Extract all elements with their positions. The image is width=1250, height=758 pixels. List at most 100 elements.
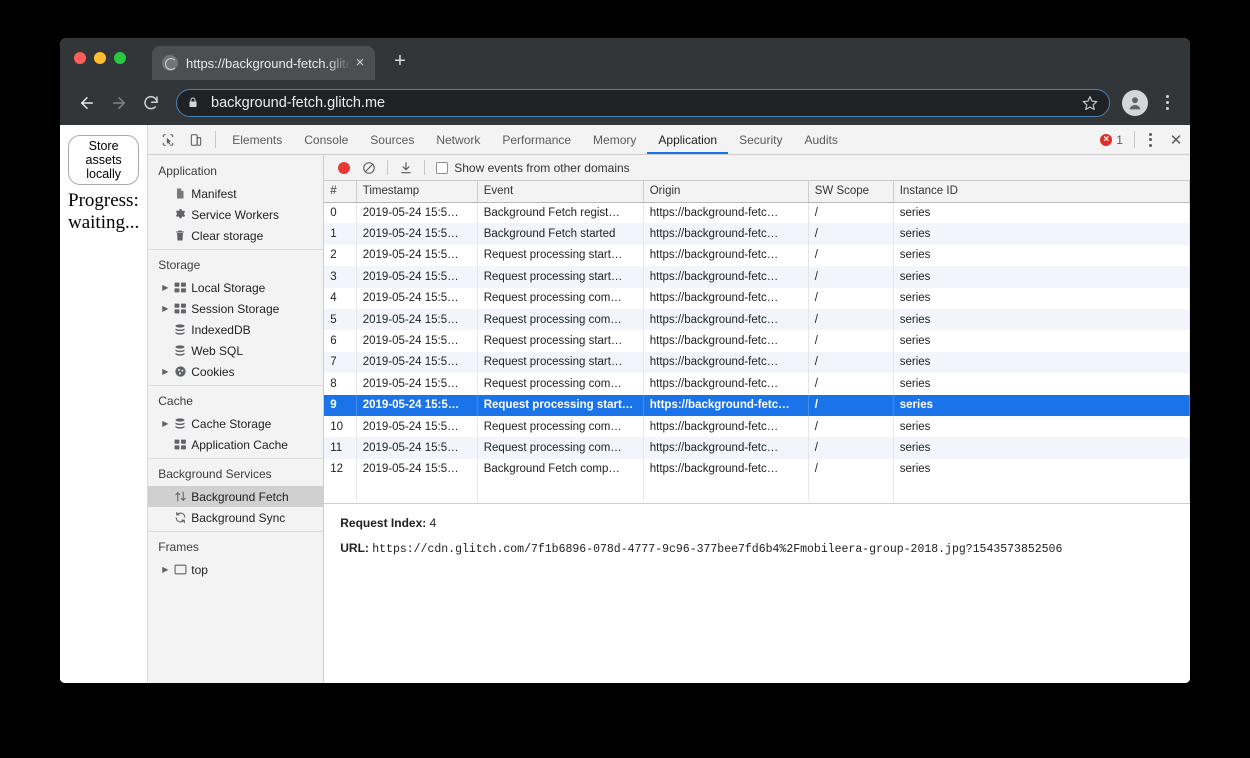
sidebar-item-clear-storage[interactable]: ▶ Clear storage [148, 225, 323, 246]
cell-index: 3 [324, 266, 357, 288]
close-icon[interactable]: × [351, 54, 369, 72]
frame-icon [174, 564, 191, 575]
table-row[interactable]: 0 2019-05-24 15:5… Background Fetch regi… [324, 202, 1190, 224]
sidebar-group-storage: Storage [158, 258, 201, 272]
download-icon[interactable] [393, 161, 419, 175]
chevron-right-icon[interactable]: ▶ [162, 565, 174, 574]
close-window-button[interactable] [74, 52, 86, 64]
gear-icon [174, 208, 191, 221]
devtools-menu-icon[interactable] [1140, 125, 1162, 154]
sidebar-item-top[interactable]: ▶ top [148, 559, 323, 580]
tab-network[interactable]: Network [425, 125, 491, 154]
table-row[interactable]: 7 2019-05-24 15:5… Request processing st… [324, 351, 1190, 374]
column-header-event[interactable]: Event [477, 181, 644, 203]
chevron-right-icon[interactable]: ▶ [162, 283, 174, 292]
tab-performance[interactable]: Performance [491, 125, 582, 154]
inspect-element-icon[interactable] [154, 125, 182, 154]
sidebar-item-local-storage[interactable]: ▶ Local Storage [148, 277, 323, 298]
chevron-right-icon[interactable]: ▶ [162, 367, 174, 376]
sidebar-item-web-sql[interactable]: ▶ Web SQL [148, 340, 323, 361]
url-text: background-fetch.glitch.me [211, 94, 386, 111]
checkbox-icon[interactable] [436, 161, 449, 174]
tab-application[interactable]: Application [647, 125, 728, 154]
table-row[interactable]: 1 2019-05-24 15:5… Background Fetch star… [324, 223, 1190, 245]
cell-index: 1 [324, 223, 357, 245]
browser-tab[interactable]: https://background-fetch.glitch × [152, 46, 375, 80]
chevron-right-icon: ▶ [162, 346, 174, 355]
table-row[interactable]: 5 2019-05-24 15:5… Request processing co… [324, 308, 1190, 331]
back-arrow-icon[interactable] [72, 88, 102, 118]
table-row-selected[interactable]: 9 2019-05-24 15:5… Request processing st… [324, 394, 1190, 416]
sidebar-group-frames: Frames [158, 540, 199, 554]
column-header-instance-id[interactable]: Instance ID [893, 181, 1190, 203]
error-badge[interactable]: × 1 [1094, 125, 1129, 154]
sidebar-item-cache-storage[interactable]: ▶ Cache Storage [148, 413, 323, 434]
chevron-right-icon: ▶ [162, 325, 174, 334]
cell-origin: https://background-fetc… [643, 330, 809, 352]
column-header-timestamp[interactable]: Timestamp [356, 181, 478, 203]
url-value[interactable]: https://cdn.glitch.com/7f1b6896-078d-477… [372, 543, 1062, 556]
toolbar-divider [387, 160, 389, 175]
cell-instance-id: series [893, 287, 1190, 309]
record-icon[interactable] [332, 161, 356, 174]
tab-memory[interactable]: Memory [582, 125, 647, 154]
avatar[interactable] [1122, 89, 1148, 116]
cell-instance-id: series [893, 394, 1190, 416]
url-label: URL: [340, 541, 369, 556]
background-fetch-panel: Show events from other domains # Timesta… [324, 155, 1190, 683]
show-other-domains-toggle[interactable]: Show events from other domains [436, 160, 630, 175]
cell-sw-scope: / [808, 244, 894, 267]
cell-sw-scope: / [808, 330, 894, 352]
sidebar-item-application-cache[interactable]: ▶ Application Cache [148, 434, 323, 455]
application-sidebar: Application ▶ Manifest ▶ Service Work [148, 155, 325, 683]
sidebar-item-session-storage[interactable]: ▶ Session Storage [148, 298, 323, 319]
sidebar-item-indexeddb[interactable]: ▶ IndexedDB [148, 319, 323, 340]
document-icon [174, 187, 191, 200]
address-bar[interactable]: background-fetch.glitch.me [176, 88, 1110, 117]
sidebar-item-service-workers[interactable]: ▶ Service Workers [148, 204, 323, 225]
new-tab-button[interactable]: + [389, 51, 411, 73]
forward-arrow-icon[interactable] [104, 88, 134, 118]
tab-sources[interactable]: Sources [359, 125, 425, 154]
reload-icon[interactable] [136, 88, 166, 118]
table-row[interactable]: 12 2019-05-24 15:5… Background Fetch com… [324, 458, 1190, 481]
url-row: URL: https://cdn.glitch.com/7f1b6896-078… [340, 540, 1174, 559]
clear-icon[interactable] [356, 161, 382, 175]
database-icon [174, 344, 191, 357]
maximize-window-button[interactable] [114, 52, 126, 64]
column-header-index[interactable]: # [324, 181, 357, 203]
cell-timestamp: 2019-05-24 15:5… [356, 330, 478, 352]
chevron-right-icon[interactable]: ▶ [162, 304, 174, 313]
table-row[interactable]: 8 2019-05-24 15:5… Request processing co… [324, 373, 1190, 395]
column-header-sw-scope[interactable]: SW Scope [808, 181, 894, 203]
sidebar-item-manifest[interactable]: ▶ Manifest [148, 183, 323, 204]
table-row[interactable]: 2 2019-05-24 15:5… Request processing st… [324, 244, 1190, 267]
tab-console[interactable]: Console [293, 125, 359, 154]
events-table-container[interactable]: # Timestamp Event Origin SW Scope Instan… [324, 181, 1190, 503]
show-other-domains-label: Show events from other domains [454, 160, 630, 175]
events-table-head: # Timestamp Event Origin SW Scope Instan… [324, 181, 1190, 203]
store-assets-button[interactable]: Store assets locally [68, 135, 140, 185]
chevron-right-icon[interactable]: ▶ [162, 419, 174, 428]
device-toolbar-icon[interactable] [182, 125, 210, 154]
close-devtools-icon[interactable]: ✕ [1162, 125, 1190, 154]
column-header-origin[interactable]: Origin [643, 181, 809, 203]
table-row[interactable]: 10 2019-05-24 15:5… Request processing c… [324, 415, 1190, 438]
sidebar-item-background-sync[interactable]: ▶ Background Sync [148, 507, 323, 528]
table-row[interactable]: 4 2019-05-24 15:5… Request processing co… [324, 287, 1190, 309]
sidebar-item-cookies[interactable]: ▶ Cookies [148, 361, 323, 382]
table-row[interactable]: 11 2019-05-24 15:5… Request processing c… [324, 437, 1190, 459]
tab-audits[interactable]: Audits [793, 125, 848, 154]
cell-timestamp: 2019-05-24 15:5… [356, 351, 478, 374]
table-row[interactable]: 3 2019-05-24 15:5… Request processing st… [324, 266, 1190, 288]
star-icon[interactable] [1081, 95, 1099, 111]
kebab-menu-icon[interactable] [1156, 90, 1178, 116]
table-row[interactable]: 6 2019-05-24 15:5… Request processing st… [324, 330, 1190, 352]
cell-sw-scope: / [808, 437, 894, 459]
tab-elements[interactable]: Elements [221, 125, 293, 154]
minimize-window-button[interactable] [94, 52, 106, 64]
tab-security[interactable]: Security [728, 125, 793, 154]
cell-index: 9 [324, 394, 357, 416]
sidebar-item-background-fetch[interactable]: ▶ Background Fetch [148, 486, 324, 507]
toolbar-divider-2 [424, 160, 426, 175]
